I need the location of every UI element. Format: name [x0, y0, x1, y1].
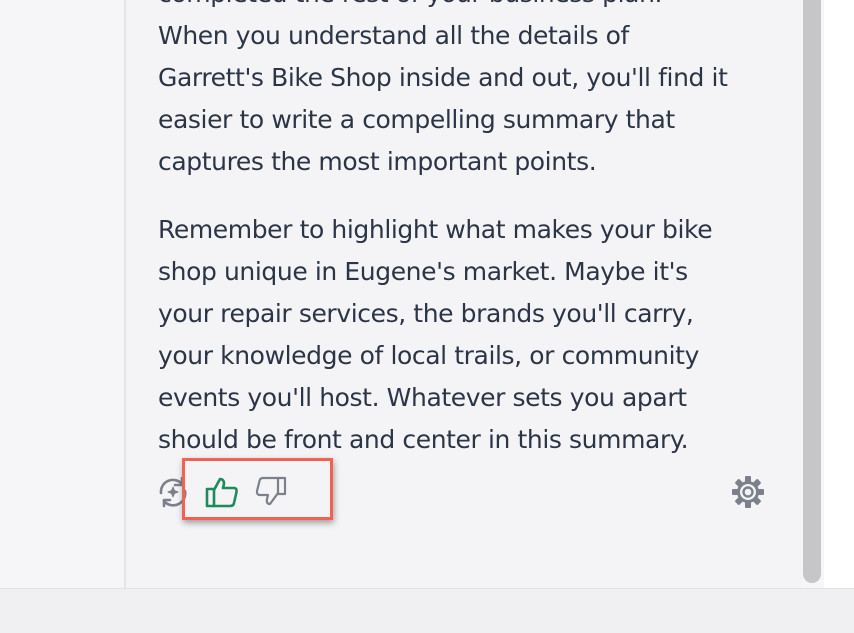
settings-button[interactable] [730, 474, 766, 510]
thumbs-down-icon [255, 476, 287, 506]
message-line: shop unique in Eugene's market. Maybe it… [158, 257, 688, 286]
message-line: your knowledge of local trails, or commu… [158, 341, 699, 370]
scrollbar-thumb[interactable] [803, 0, 821, 583]
message-line: When you understand all the details of [158, 21, 629, 50]
bottom-bar [0, 588, 854, 633]
message-line: your repair services, the brands you'll … [158, 299, 694, 328]
message-paragraph: completed the rest of your business plan… [158, 0, 798, 183]
message-line: should be front and center in this summa… [158, 425, 689, 454]
message-line: captures the most important points. [158, 147, 597, 176]
thumbs-up-button[interactable] [204, 475, 240, 509]
message-line: events you'll host. Whatever sets you ap… [158, 383, 687, 412]
message-line: Garrett's Bike Shop inside and out, you'… [158, 63, 728, 92]
left-pane [0, 0, 124, 588]
gear-icon [732, 476, 764, 508]
message-line: easier to write a compelling summary tha… [158, 105, 675, 134]
message-line: completed the rest of your business plan… [158, 0, 798, 15]
right-edge [824, 0, 854, 588]
thumbs-down-button[interactable] [252, 475, 288, 509]
message-paragraph: Remember to highlight what makes your bi… [158, 209, 798, 461]
thumbs-up-icon [205, 477, 238, 508]
message-line: Remember to highlight what makes your bi… [158, 215, 713, 244]
